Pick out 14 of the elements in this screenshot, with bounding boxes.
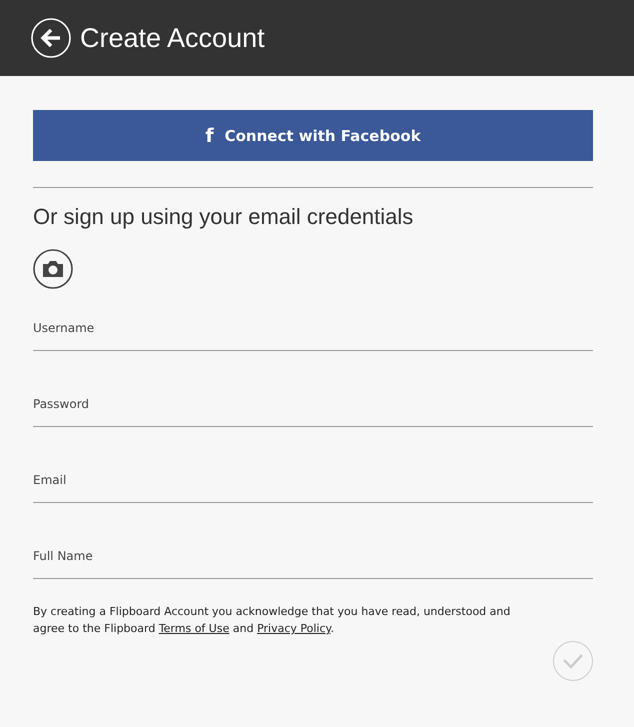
link[interactable]: Privacy Policy (257, 622, 330, 635)
section-heading: Or sign up using your email credentials (33, 204, 414, 230)
link[interactable]: Terms of Use (158, 622, 230, 635)
input-field[interactable]: Username (33, 320, 593, 351)
input-field[interactable]: Password (33, 396, 593, 427)
camera-icon (33, 249, 73, 289)
checkmark-icon (562, 653, 584, 669)
input-field[interactable]: Email (33, 472, 593, 503)
input-field[interactable]: Full Name (33, 548, 593, 579)
terms-notice: By creating a Flipboard Account you acknowledge that you have read, understood and agree to the Flipboard Terms of Use and Privacy Policy. (33, 604, 512, 637)
facebook-connect-button[interactable]: f Connect with Facebook (33, 110, 593, 161)
add-photo-button[interactable] (33, 249, 73, 289)
back-button[interactable] (31, 18, 71, 58)
page-title: Create Account (80, 22, 265, 54)
